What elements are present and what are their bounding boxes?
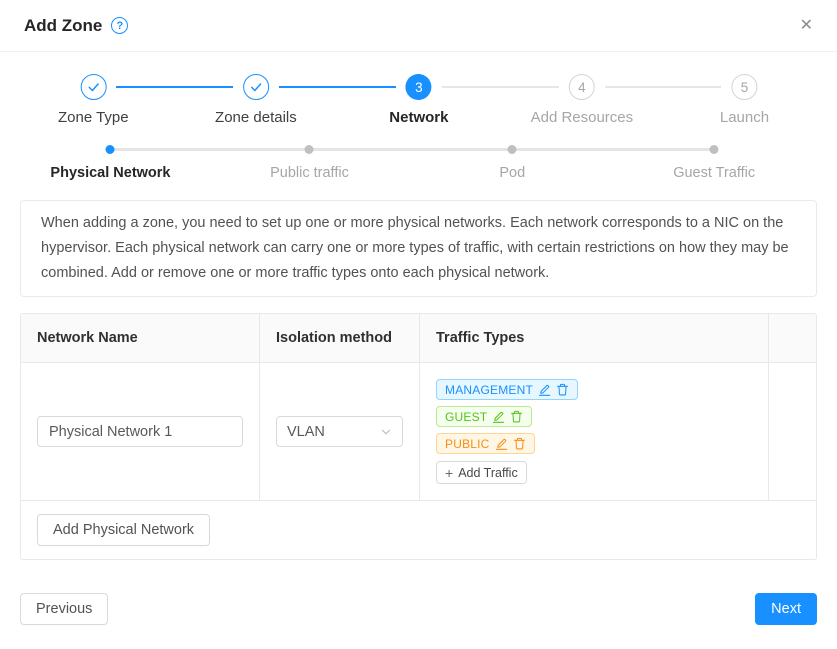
- add-physical-network-button[interactable]: Add Physical Network: [37, 514, 210, 546]
- step-label: Launch: [720, 109, 769, 126]
- substep-label-pod: Pod: [499, 165, 525, 181]
- substep-dot-physical-network: [106, 145, 115, 154]
- physical-networks-table: Network Name Isolation method Traffic Ty…: [20, 313, 817, 560]
- edit-icon[interactable]: [538, 383, 551, 396]
- substep-dot-public-traffic: [305, 145, 314, 154]
- dialog-title: Add Zone: [24, 16, 102, 36]
- column-header-network-name: Network Name: [21, 314, 260, 362]
- step-network: 3 Network: [389, 74, 448, 126]
- network-substeps: Physical Network Public traffic Pod Gues…: [20, 144, 817, 186]
- step-label: Zone details: [215, 109, 297, 126]
- traffic-types-cell: MANAGEMENT GUEST: [420, 362, 769, 500]
- traffic-tag-label: PUBLIC: [445, 437, 490, 451]
- step-number: 3: [406, 74, 432, 100]
- substep-label-guest-traffic: Guest Traffic: [673, 165, 755, 181]
- edit-icon[interactable]: [492, 410, 505, 423]
- substep-track: [110, 148, 714, 151]
- traffic-tags-stack: MANAGEMENT GUEST: [436, 379, 752, 484]
- dialog-header: Add Zone ? ✕: [0, 0, 837, 52]
- plus-icon: +: [445, 465, 453, 481]
- isolation-method-select[interactable]: VLAN: [276, 416, 403, 447]
- wizard-steps: Zone Type Zone details 3 Network 4 Add R…: [20, 74, 817, 130]
- step-zone-type: Zone Type: [58, 74, 129, 126]
- traffic-tag-guest: GUEST: [436, 406, 532, 427]
- step-check-icon: [243, 74, 269, 100]
- next-button[interactable]: Next: [755, 593, 817, 625]
- table-footer: Add Physical Network: [21, 500, 816, 559]
- chevron-down-icon: [380, 426, 392, 438]
- substep-label-physical-network: Physical Network: [50, 165, 170, 181]
- dialog-body: Zone Type Zone details 3 Network 4 Add R…: [0, 74, 837, 625]
- step-zone-details: Zone details: [215, 74, 297, 126]
- dialog-footer: Previous Next: [20, 593, 817, 625]
- table-header-row: Network Name Isolation method Traffic Ty…: [21, 314, 816, 362]
- column-header-actions: [769, 314, 816, 362]
- step-number: 5: [731, 74, 757, 100]
- step-number: 4: [569, 74, 595, 100]
- traffic-tag-label: GUEST: [445, 410, 487, 424]
- column-header-isolation-method: Isolation method: [260, 314, 420, 362]
- delete-icon[interactable]: [513, 437, 526, 450]
- description-box: When adding a zone, you need to set up o…: [20, 200, 817, 297]
- table-row: VLAN MANAGEMENT: [21, 362, 816, 500]
- isolation-method-cell: VLAN: [260, 362, 420, 500]
- step-launch: 5 Launch: [720, 74, 769, 126]
- step-check-icon: [80, 74, 106, 100]
- network-name-cell: [21, 362, 260, 500]
- substep-dot-guest-traffic: [710, 145, 719, 154]
- delete-icon[interactable]: [510, 410, 523, 423]
- help-icon[interactable]: ?: [111, 17, 128, 34]
- row-actions-cell: [769, 362, 816, 500]
- traffic-tag-management: MANAGEMENT: [436, 379, 578, 400]
- delete-icon[interactable]: [556, 383, 569, 396]
- traffic-tag-public: PUBLIC: [436, 433, 535, 454]
- substep-label-public-traffic: Public traffic: [270, 165, 349, 181]
- description-text: When adding a zone, you need to set up o…: [41, 211, 796, 286]
- add-traffic-button[interactable]: + Add Traffic: [436, 461, 527, 484]
- traffic-tag-label: MANAGEMENT: [445, 383, 533, 397]
- step-label: Zone Type: [58, 109, 129, 126]
- step-label: Add Resources: [531, 109, 634, 126]
- isolation-method-value: VLAN: [287, 424, 325, 440]
- add-traffic-label: Add Traffic: [458, 466, 518, 480]
- column-header-traffic-types: Traffic Types: [420, 314, 769, 362]
- step-add-resources: 4 Add Resources: [531, 74, 634, 126]
- previous-button[interactable]: Previous: [20, 593, 108, 625]
- network-name-input[interactable]: [37, 416, 243, 447]
- close-icon[interactable]: ✕: [800, 18, 813, 34]
- substep-dot-pod: [508, 145, 517, 154]
- add-zone-dialog: Add Zone ? ✕ Zone Type Zone details: [0, 0, 837, 649]
- edit-icon[interactable]: [495, 437, 508, 450]
- step-label: Network: [389, 109, 448, 126]
